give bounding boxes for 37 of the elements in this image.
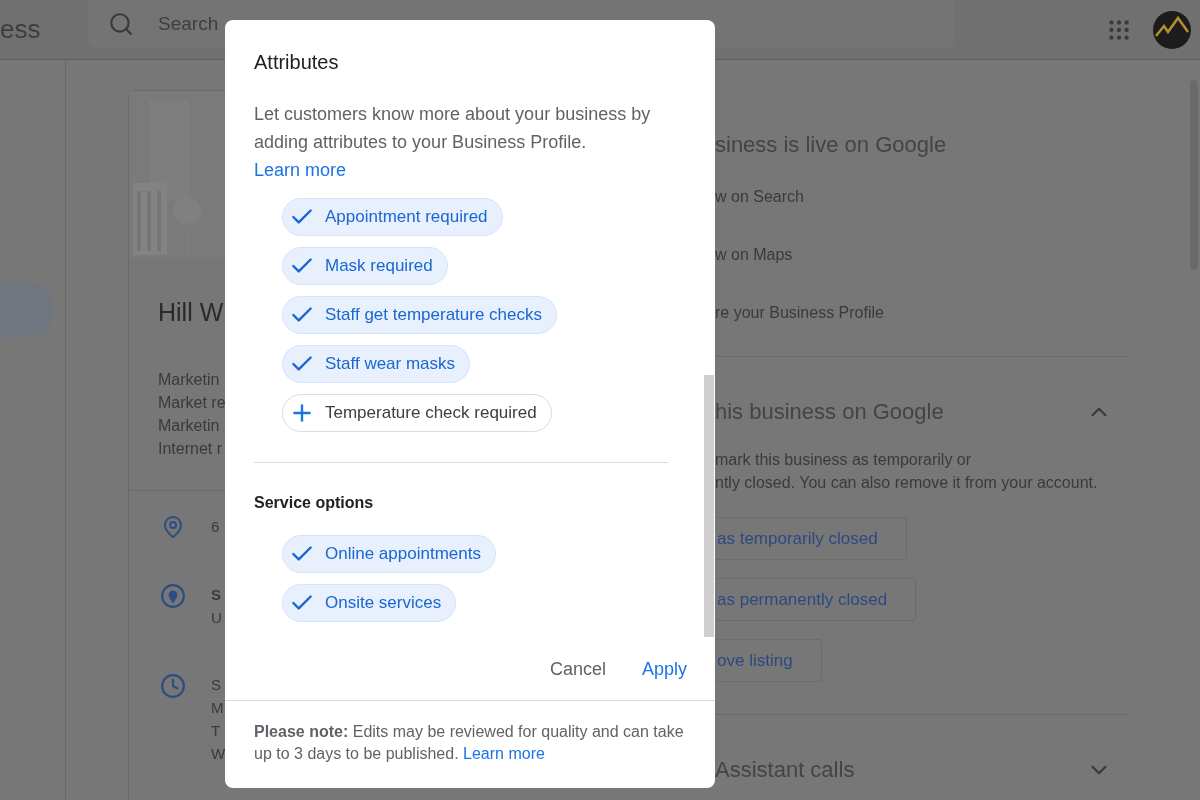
dialog-description: Let customers know more about your business by adding attributes to your Business Profile. — [254, 103, 652, 154]
clock-icon — [160, 672, 186, 699]
info-text: T — [211, 720, 222, 741]
attribute-chip[interactable]: Mask required — [282, 247, 448, 285]
attribute-chip[interactable]: Temperature check required — [282, 394, 552, 432]
info-text: S — [211, 674, 222, 695]
info-text: W — [211, 743, 226, 764]
business-category: Marketin — [158, 415, 221, 436]
dialog-action-button[interactable]: Apply — [627, 651, 701, 687]
attribute-chip[interactable]: Onsite services — [282, 584, 457, 622]
dialog-scrollbar[interactable] — [704, 375, 714, 637]
attribute-chip[interactable]: Staff get temperature checks — [282, 296, 558, 334]
info-text: U — [211, 607, 222, 628]
business-name: Hill W — [158, 297, 225, 328]
section-description: mark this business as temporarily or ntly closed. You can also remove it from your account. — [715, 450, 1099, 493]
attribute-chip[interactable]: Appointment required — [282, 198, 503, 236]
profile-link[interactable]: w on Maps — [715, 243, 1128, 266]
attribute-chip[interactable]: Staff wear masks — [282, 345, 471, 383]
info-text: S — [211, 584, 222, 605]
business-category: Market re — [158, 392, 225, 413]
profile-link[interactable]: re your Business Profile — [715, 301, 1128, 324]
profile-link[interactable]: w on Search — [715, 185, 1128, 208]
dialog-title: Attributes — [253, 50, 340, 74]
account-avatar[interactable] — [1152, 9, 1192, 50]
group-heading: Service options — [254, 493, 375, 513]
search-icon — [108, 11, 134, 37]
map-pin-icon — [161, 514, 185, 539]
business-category: Marketin — [158, 369, 221, 390]
learn-more-link[interactable]: Learn more — [254, 156, 347, 184]
info-text: M — [211, 697, 225, 718]
dialog-action-button[interactable]: Cancel — [535, 651, 620, 687]
learn-more-link[interactable]: Learn more — [463, 745, 545, 762]
business-category: Internet r — [158, 438, 224, 459]
info-text: 6 — [211, 516, 220, 537]
attribute-chip[interactable]: Online appointments — [282, 535, 496, 573]
circled-pin-icon — [160, 582, 186, 609]
review-note: Please note: Edits may be reviewed for quality and can take up to 3 days to be published. Learn more — [254, 722, 685, 764]
